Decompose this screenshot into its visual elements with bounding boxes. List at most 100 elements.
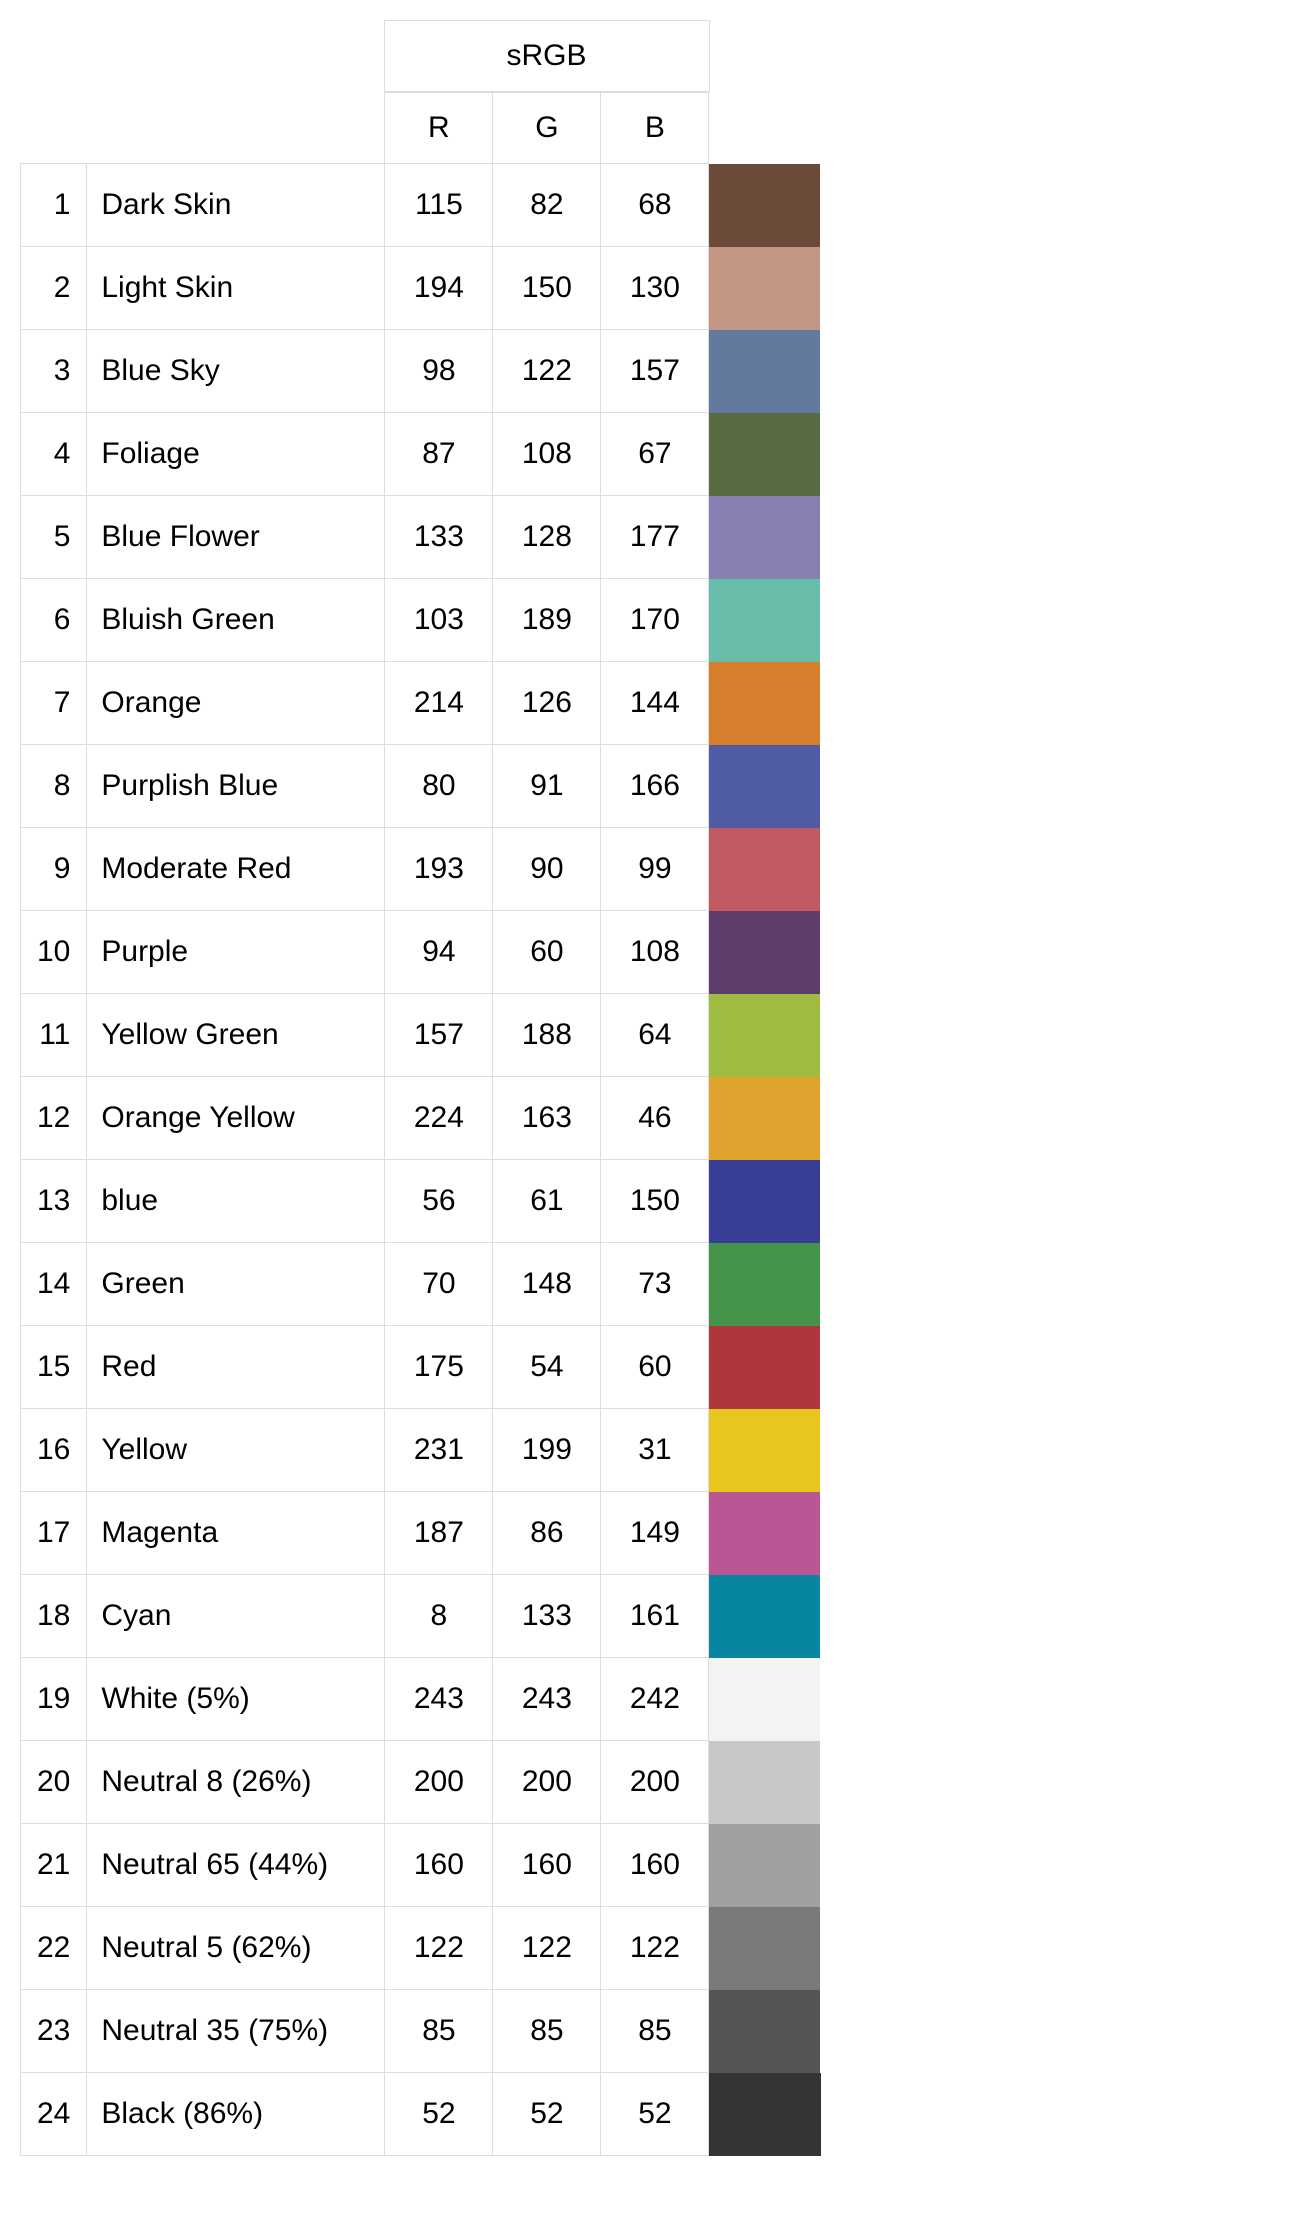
row-b: 60 — [601, 1326, 709, 1409]
row-index: 8 — [21, 745, 87, 828]
row-b: 108 — [601, 911, 709, 994]
row-r: 160 — [385, 1824, 493, 1907]
row-b: 68 — [601, 164, 709, 247]
row-b: 73 — [601, 1243, 709, 1326]
row-b: 99 — [601, 828, 709, 911]
table-row: 13blue5661150 — [21, 1160, 821, 1243]
row-name: Purplish Blue — [87, 745, 385, 828]
table-row: 5Blue Flower133128177 — [21, 496, 821, 579]
row-name: Blue Sky — [87, 330, 385, 413]
row-index: 22 — [21, 1907, 87, 1990]
color-swatch — [709, 1077, 820, 1160]
table-row: 12Orange Yellow22416346 — [21, 1077, 821, 1160]
row-g: 82 — [493, 164, 601, 247]
row-index: 24 — [21, 2073, 87, 2156]
table-row: 22Neutral 5 (62%)122122122 — [21, 1907, 821, 1990]
row-swatch — [709, 1741, 821, 1824]
row-name: Dark Skin — [87, 164, 385, 247]
row-b: 85 — [601, 1990, 709, 2073]
row-g: 90 — [493, 828, 601, 911]
row-g: 243 — [493, 1658, 601, 1741]
row-name: Moderate Red — [87, 828, 385, 911]
row-swatch — [709, 745, 821, 828]
row-g: 200 — [493, 1741, 601, 1824]
row-r: 157 — [385, 994, 493, 1077]
row-r: 98 — [385, 330, 493, 413]
row-swatch — [709, 496, 821, 579]
row-name: Yellow — [87, 1409, 385, 1492]
row-index: 19 — [21, 1658, 87, 1741]
table-row: 10Purple9460108 — [21, 911, 821, 994]
color-swatch — [709, 1326, 820, 1409]
row-swatch — [709, 413, 821, 496]
row-index: 7 — [21, 662, 87, 745]
header-g: G — [493, 93, 601, 164]
row-name: Blue Flower — [87, 496, 385, 579]
row-r: 231 — [385, 1409, 493, 1492]
row-index: 14 — [21, 1243, 87, 1326]
header-row: R G B — [21, 93, 821, 164]
row-g: 85 — [493, 1990, 601, 2073]
table-row: 7Orange214126144 — [21, 662, 821, 745]
row-name: blue — [87, 1160, 385, 1243]
color-swatch — [709, 1990, 820, 2073]
row-r: 56 — [385, 1160, 493, 1243]
color-swatch — [709, 496, 820, 579]
row-g: 189 — [493, 579, 601, 662]
color-swatch — [709, 2073, 821, 2156]
color-swatch — [709, 579, 820, 662]
table-row: 18Cyan8133161 — [21, 1575, 821, 1658]
row-b: 170 — [601, 579, 709, 662]
row-r: 70 — [385, 1243, 493, 1326]
row-index: 9 — [21, 828, 87, 911]
row-index: 21 — [21, 1824, 87, 1907]
row-index: 6 — [21, 579, 87, 662]
color-swatch — [709, 911, 820, 994]
row-name: Magenta — [87, 1492, 385, 1575]
row-index: 10 — [21, 911, 87, 994]
color-swatch — [709, 1658, 820, 1741]
row-swatch — [709, 2073, 821, 2156]
color-swatch — [709, 164, 820, 247]
row-r: 85 — [385, 1990, 493, 2073]
row-name: Purple — [87, 911, 385, 994]
table-row: 4Foliage8710867 — [21, 413, 821, 496]
row-b: 31 — [601, 1409, 709, 1492]
row-name: Light Skin — [87, 247, 385, 330]
color-swatch — [709, 1492, 820, 1575]
color-swatch — [709, 1741, 820, 1824]
row-b: 52 — [601, 2073, 709, 2156]
row-name: White (5%) — [87, 1658, 385, 1741]
row-swatch — [709, 1990, 821, 2073]
row-b: 64 — [601, 994, 709, 1077]
color-swatch — [709, 330, 820, 413]
row-g: 133 — [493, 1575, 601, 1658]
row-swatch — [709, 247, 821, 330]
row-name: Neutral 35 (75%) — [87, 1990, 385, 2073]
table-row: 6Bluish Green103189170 — [21, 579, 821, 662]
table-row: 23Neutral 35 (75%)858585 — [21, 1990, 821, 2073]
row-b: 46 — [601, 1077, 709, 1160]
empty-header — [21, 93, 87, 164]
table-row: 19White (5%)243243242 — [21, 1658, 821, 1741]
color-swatch — [709, 828, 820, 911]
table-row: 9Moderate Red1939099 — [21, 828, 821, 911]
row-swatch — [709, 994, 821, 1077]
row-index: 1 — [21, 164, 87, 247]
row-b: 200 — [601, 1741, 709, 1824]
row-r: 8 — [385, 1575, 493, 1658]
row-g: 60 — [493, 911, 601, 994]
row-index: 3 — [21, 330, 87, 413]
row-index: 13 — [21, 1160, 87, 1243]
empty-header — [20, 21, 86, 92]
row-b: 242 — [601, 1658, 709, 1741]
color-swatch — [709, 662, 820, 745]
row-r: 115 — [385, 164, 493, 247]
row-name: Yellow Green — [87, 994, 385, 1077]
row-index: 23 — [21, 1990, 87, 2073]
row-swatch — [709, 1658, 821, 1741]
row-b: 177 — [601, 496, 709, 579]
row-index: 5 — [21, 496, 87, 579]
row-name: Orange Yellow — [87, 1077, 385, 1160]
row-b: 149 — [601, 1492, 709, 1575]
